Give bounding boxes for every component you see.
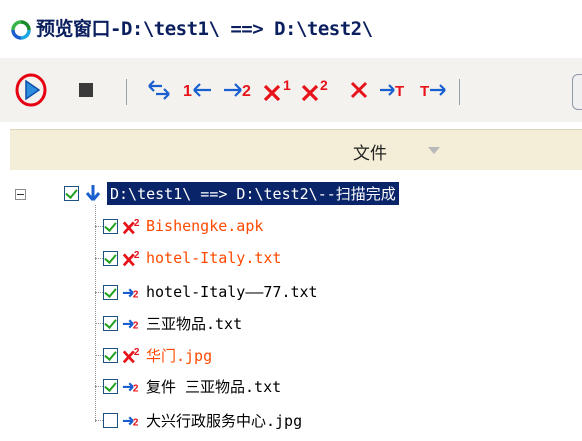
- x-1-icon: 1: [263, 77, 291, 102]
- tree-item-row[interactable]: 2 Bishengke.apk: [103, 211, 263, 241]
- toolbar-separator: [459, 79, 460, 105]
- svg-text:2: 2: [134, 347, 140, 358]
- title-bar: 预览窗口-D:\test1\ ==> D:\test2\: [0, 0, 582, 58]
- tree-item-row[interactable]: 2 华门.jpg: [103, 340, 212, 370]
- copy-to-2-icon: 2: [122, 410, 142, 430]
- window-title: 预览窗口-D:\test1\ ==> D:\test2\: [36, 18, 373, 40]
- copy-to-1-button[interactable]: 1: [182, 73, 214, 107]
- svg-text:T: T: [395, 83, 404, 100]
- play-icon: [15, 73, 47, 107]
- tree-root-row[interactable]: D:\test1\ ==> D:\test2\--扫描完成: [64, 178, 400, 208]
- svg-text:2: 2: [133, 289, 139, 300]
- svg-text:2: 2: [133, 417, 139, 428]
- column-header-label: 文件: [353, 144, 387, 164]
- svg-text:1: 1: [183, 83, 192, 100]
- tree-item-label: hotel-Italy——77.txt: [146, 283, 318, 301]
- delete-2-icon: 2: [122, 248, 142, 268]
- tree-item-row[interactable]: 2 三亚物品.txt: [103, 308, 242, 338]
- item-checkbox[interactable]: [103, 284, 118, 300]
- move-top-button[interactable]: T: [378, 73, 408, 107]
- tree-item-label: hotel-Italy.txt: [146, 249, 282, 267]
- x-2-icon: 2: [301, 77, 328, 102]
- down-arrow-icon: [83, 183, 103, 203]
- tree-connector: [95, 205, 96, 422]
- svg-text:2: 2: [134, 218, 140, 229]
- delete-2-button[interactable]: 2: [300, 73, 334, 107]
- tree-connector: [95, 420, 103, 421]
- item-checkbox[interactable]: [103, 315, 118, 331]
- collapse-toggle[interactable]: [15, 189, 26, 200]
- item-checkbox[interactable]: [103, 250, 118, 266]
- column-header-file[interactable]: 文件: [10, 129, 582, 171]
- sync-both-button[interactable]: [145, 73, 173, 107]
- delete-button[interactable]: [346, 73, 372, 107]
- tree-item-label: Bishengke.apk: [146, 217, 264, 235]
- stop-icon: [79, 83, 93, 97]
- arrow-bottom-icon: T: [420, 83, 446, 100]
- move-bottom-button[interactable]: T: [418, 73, 448, 107]
- toolbar-overflow-button[interactable]: [572, 74, 582, 110]
- svg-text:2: 2: [133, 320, 139, 331]
- tree-connector: [95, 386, 103, 387]
- tree-item-label: 复件 三亚物品.txt: [146, 377, 282, 396]
- tree-connector: [95, 226, 103, 227]
- play-button[interactable]: [14, 73, 48, 107]
- tree-item-row[interactable]: 2 hotel-Italy.txt: [103, 243, 281, 273]
- svg-text:2: 2: [133, 383, 139, 394]
- svg-text:2: 2: [320, 77, 328, 93]
- tree-item-label: 三亚物品.txt: [146, 314, 243, 333]
- tree-root-label: D:\test1\ ==> D:\test2\--扫描完成: [106, 180, 400, 206]
- root-checkbox[interactable]: [64, 185, 79, 201]
- tree-item-row[interactable]: 2 hotel-Italy——77.txt: [103, 277, 318, 307]
- sort-down-icon[interactable]: [428, 147, 440, 154]
- svg-text:2: 2: [134, 250, 140, 261]
- item-checkbox[interactable]: [103, 378, 118, 394]
- svg-text:2: 2: [242, 83, 251, 100]
- svg-text:T: T: [420, 83, 429, 100]
- copy-to-2-icon: 2: [122, 282, 142, 302]
- svg-text:1: 1: [283, 77, 291, 93]
- tree-item-row[interactable]: 2 复件 三亚物品.txt: [103, 371, 281, 401]
- tree-connector: [95, 258, 103, 259]
- toolbar-separator: [126, 79, 127, 105]
- tree-item-label: 大兴行政服务中心.jpg: [146, 411, 303, 430]
- arrow-top-icon: T: [380, 83, 404, 100]
- sync-arrows-icon: [148, 80, 170, 100]
- arrow-left-1-icon: 1: [183, 83, 211, 100]
- delete-1-button[interactable]: 1: [262, 73, 296, 107]
- tree-connector: [95, 355, 103, 356]
- tree-item-row[interactable]: 2 大兴行政服务中心.jpg: [103, 405, 302, 435]
- item-checkbox[interactable]: [103, 347, 118, 363]
- delete-2-icon: 2: [122, 345, 142, 365]
- refresh-app-icon: [11, 20, 31, 40]
- delete-2-icon: 2: [122, 216, 142, 236]
- item-checkbox[interactable]: [103, 412, 118, 428]
- copy-to-2-icon: 2: [122, 313, 142, 333]
- arrow-right-2-icon: 2: [224, 83, 251, 100]
- x-icon: [350, 81, 368, 99]
- copy-to-2-icon: 2: [122, 376, 142, 396]
- stop-button[interactable]: [75, 73, 97, 107]
- tree-item-label: 华门.jpg: [146, 346, 213, 365]
- tree-connector: [95, 292, 103, 293]
- tree-connector: [95, 323, 103, 324]
- item-checkbox[interactable]: [103, 218, 118, 234]
- copy-to-2-button[interactable]: 2: [222, 73, 254, 107]
